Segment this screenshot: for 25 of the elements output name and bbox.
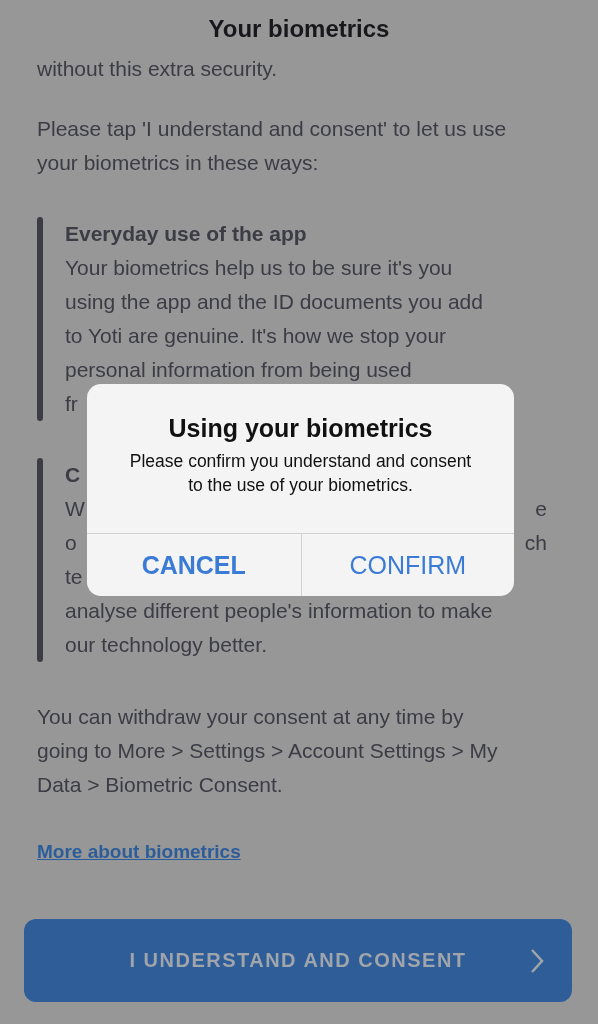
alert-title: Using your biometrics xyxy=(168,414,433,443)
section-heading: C xyxy=(65,462,81,488)
body-text: e xyxy=(535,496,547,522)
body-text: without this extra security. xyxy=(37,56,279,82)
body-text: using the app and the ID documents you add xyxy=(65,289,483,315)
consent-button[interactable]: I UNDERSTAND AND CONSENT xyxy=(24,919,572,1002)
section-heading: Everyday use of the app xyxy=(65,221,307,247)
body-text: You can withdraw your consent at any time by going to More > Settings > Account Settings > My Data > Biometric Consent. xyxy=(37,704,499,798)
body-text: ch xyxy=(524,530,547,556)
body-text: fr xyxy=(65,391,78,417)
body-text: our technology better. xyxy=(65,632,267,658)
body-text: Please tap 'I understand and consent' to let us use your biometrics in these ways: xyxy=(37,116,508,176)
cancel-button[interactable]: CANCEL xyxy=(87,534,301,596)
confirm-button[interactable]: CONFIRM xyxy=(300,534,514,596)
alert-message: Please confirm you understand and consent to the use of your biometrics. xyxy=(128,450,473,497)
more-link[interactable]: More about biometrics xyxy=(37,835,241,869)
body-text: personal information from being used xyxy=(65,357,412,383)
body-text: W xyxy=(65,496,85,522)
body-text: Your biometrics help us to be sure it's you xyxy=(65,255,453,281)
body-text: o xyxy=(65,530,77,556)
screen-title: Your biometrics xyxy=(208,15,390,43)
chevron-icon xyxy=(530,948,544,974)
body-text: to Yoti are genuine. It's how we stop your xyxy=(65,323,447,349)
body-text: analyse different people's information to make xyxy=(65,598,493,624)
body-text: te xyxy=(65,564,83,590)
